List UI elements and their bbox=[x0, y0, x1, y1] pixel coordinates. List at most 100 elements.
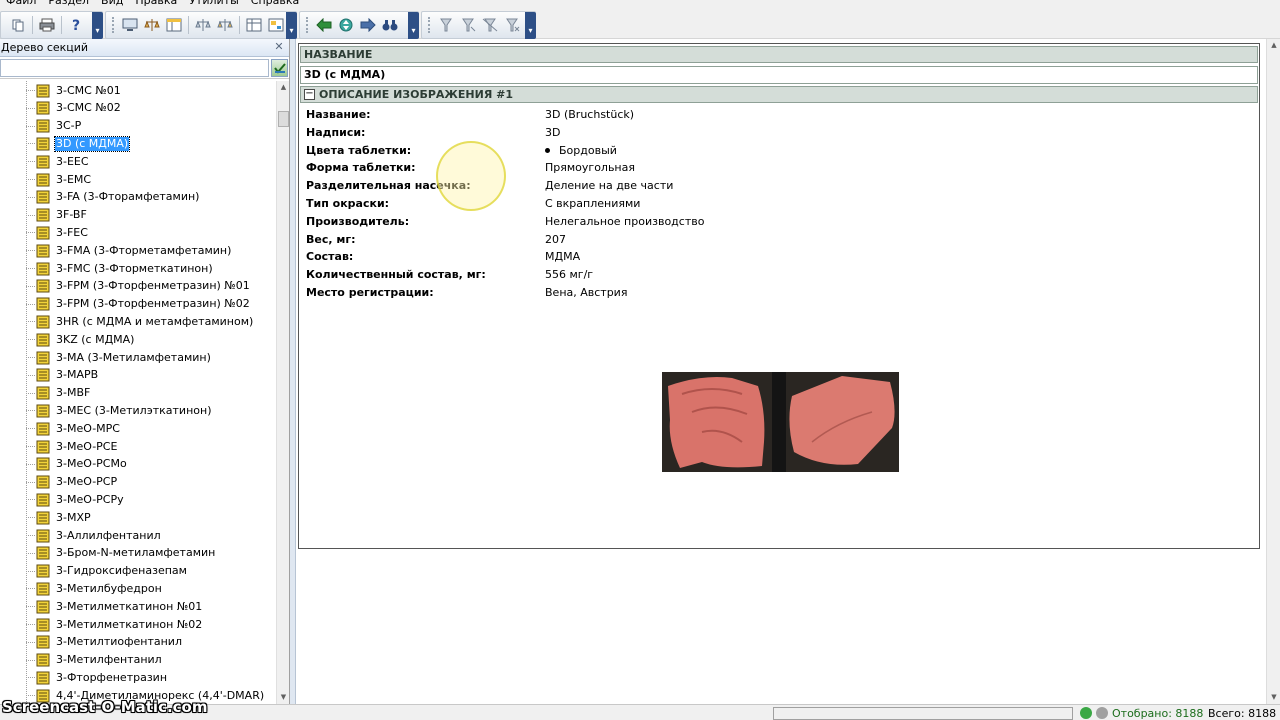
close-icon[interactable]: ✕ bbox=[273, 41, 285, 53]
property-value-text: Вена, Австрия bbox=[545, 286, 628, 299]
pill-photo bbox=[662, 372, 899, 472]
toolbar-overflow-chevron[interactable]: ▾ bbox=[525, 12, 536, 39]
document-icon bbox=[36, 511, 50, 525]
tree-item[interactable]: 3-MeO-MPC bbox=[26, 420, 121, 437]
tree-item[interactable]: 3-CMC №02 bbox=[26, 100, 122, 117]
tree-item[interactable]: 3C-P bbox=[26, 118, 82, 135]
menu-view[interactable]: Вид bbox=[95, 0, 129, 9]
tree-item[interactable]: 3-EEC bbox=[26, 153, 90, 170]
tree-item[interactable]: 3-MBF bbox=[26, 385, 91, 402]
property-row: Количественный состав, мг: 556 мг/г bbox=[306, 268, 1206, 285]
binoculars-icon[interactable] bbox=[379, 14, 401, 36]
property-label: Тип окраски: bbox=[306, 197, 390, 210]
tree-item[interactable]: 3D (с МДМА) bbox=[26, 135, 131, 152]
tree-item[interactable]: 3-Аллилфентанил bbox=[26, 527, 162, 544]
property-label: Вес, мг: bbox=[306, 232, 356, 246]
property-value-text: Нелегальное производство bbox=[545, 214, 705, 228]
toolbar-separator bbox=[32, 16, 33, 34]
tree-search-input[interactable] bbox=[0, 59, 269, 77]
back-arrow-icon[interactable] bbox=[313, 14, 335, 36]
scales-edit-icon[interactable] bbox=[214, 14, 236, 36]
document-icon bbox=[36, 368, 50, 382]
print-icon[interactable] bbox=[36, 14, 58, 36]
table-icon[interactable] bbox=[163, 14, 185, 36]
apply-filter-button[interactable] bbox=[271, 59, 288, 77]
tree-item[interactable]: 3-Метилфентанил bbox=[26, 652, 163, 669]
filter-add-icon[interactable] bbox=[457, 14, 479, 36]
tree-item[interactable]: 3-MeO-PCPy bbox=[26, 491, 125, 508]
tree-item[interactable]: 3-MEC (3-Метилэткатинон) bbox=[26, 402, 212, 419]
tree-connector bbox=[26, 588, 35, 590]
tree-item[interactable]: 3-Бром-N-метиламфетамин bbox=[26, 545, 216, 562]
tree-connector bbox=[26, 624, 35, 625]
scroll-up-arrow-icon[interactable]: ▲ bbox=[277, 81, 290, 94]
menu-help[interactable]: Справка bbox=[245, 0, 305, 9]
report-icon[interactable] bbox=[265, 14, 287, 36]
tree-item[interactable]: 3-FEC bbox=[26, 224, 89, 241]
tree-item-label: 3-FMC (3-Фторметкатинон) bbox=[56, 261, 213, 275]
tree-item-label: 3-MAPB bbox=[56, 368, 99, 382]
tree-connector bbox=[26, 410, 35, 412]
filter-clear-icon[interactable] bbox=[501, 14, 523, 36]
tree-item[interactable]: 3-MXP bbox=[26, 509, 92, 526]
tree-item[interactable]: 3-MeO-PCP bbox=[26, 474, 118, 491]
menu-section[interactable]: Раздел bbox=[42, 0, 95, 9]
tree-item[interactable]: 3-FMA (3-Фторметамфетамин) bbox=[26, 242, 232, 259]
detail-scrollbar[interactable]: ▲ ▼ bbox=[1266, 39, 1280, 704]
property-row: Надписи: 3D bbox=[306, 126, 1206, 143]
property-label: Форма таблетки: bbox=[306, 161, 416, 175]
scales-add-icon[interactable] bbox=[192, 14, 214, 36]
tree-item[interactable]: 3-FMC (3-Фторметкатинон) bbox=[26, 260, 214, 277]
tree-item[interactable]: 3-Метилметкатинон №02 bbox=[26, 616, 203, 633]
tree-connector bbox=[26, 196, 35, 198]
tree-item[interactable]: 3F-BF bbox=[26, 207, 88, 224]
collapse-icon[interactable]: − bbox=[304, 89, 315, 100]
filter-icon[interactable] bbox=[435, 14, 457, 36]
tree-item[interactable]: 3-Метилтиофентанил bbox=[26, 634, 183, 651]
tree-item[interactable]: 3KZ (с МДМА) bbox=[26, 331, 135, 348]
tree-item[interactable]: 3-MAPB bbox=[26, 367, 99, 384]
sync-icon[interactable] bbox=[335, 14, 357, 36]
checkmark-icon bbox=[273, 63, 286, 74]
tree-item[interactable]: 3-MA (3-Метиламфетамин) bbox=[26, 349, 212, 366]
filter-remove-icon[interactable] bbox=[479, 14, 501, 36]
idle-status-icon bbox=[1096, 707, 1108, 719]
tree-item[interactable]: 3-FPM (3-Фторфенметразин) №01 bbox=[26, 278, 251, 295]
toolbar-overflow-chevron[interactable]: ▾ bbox=[92, 12, 103, 39]
monitor-icon[interactable] bbox=[119, 14, 141, 36]
tree-item[interactable]: 3-Гидроксифеназепам bbox=[26, 563, 188, 580]
scroll-up-arrow-icon[interactable]: ▲ bbox=[1267, 39, 1280, 52]
tree-item[interactable]: 3HR (с МДМА и метамфетамином) bbox=[26, 313, 254, 330]
toolbar-overflow-chevron[interactable]: ▾ bbox=[286, 12, 297, 39]
menu-file[interactable]: Файл bbox=[0, 0, 42, 9]
document-icon bbox=[36, 546, 50, 560]
scroll-down-arrow-icon[interactable]: ▼ bbox=[277, 691, 290, 704]
tree-scrollbar[interactable]: ▲ ▼ bbox=[276, 81, 289, 704]
detail-frame: НАЗВАНИЕ 3D (с МДМА) − ОПИСАНИЕ ИЗОБРАЖЕН… bbox=[298, 43, 1260, 549]
tree-item[interactable]: 3-MeO-PCMo bbox=[26, 456, 128, 473]
scales-icon[interactable] bbox=[141, 14, 163, 36]
tree-item[interactable]: 3-EMC bbox=[26, 171, 92, 188]
grid-view-icon[interactable] bbox=[243, 14, 265, 36]
copy-icon[interactable] bbox=[7, 14, 29, 36]
tree-item[interactable]: 3-Метилбуфедрон bbox=[26, 580, 163, 597]
toolbar-overflow-chevron[interactable]: ▾ bbox=[408, 12, 419, 39]
property-label: Производитель: bbox=[306, 214, 410, 228]
property-value: 3D (Bruchstück) bbox=[545, 108, 634, 121]
tree-item[interactable]: 3-FA (3-Фторамфетамин) bbox=[26, 189, 200, 206]
tree-item[interactable]: 3-Фторфенетразин bbox=[26, 669, 168, 686]
tree-connector bbox=[26, 107, 35, 109]
scroll-down-arrow-icon[interactable]: ▼ bbox=[1267, 691, 1280, 704]
tree-item[interactable]: 3-FPM (3-Фторфенметразин) №02 bbox=[26, 296, 251, 313]
tree-item[interactable]: 3-CMC №01 bbox=[26, 82, 122, 99]
tree-item[interactable]: 3-MeO-PCE bbox=[26, 438, 118, 455]
tree-item[interactable]: 3-Метилметкатинон №01 bbox=[26, 598, 203, 615]
forward-arrow-icon[interactable] bbox=[357, 14, 379, 36]
toolbar-grip[interactable] bbox=[306, 17, 309, 33]
menu-utilities[interactable]: Утилиты bbox=[183, 0, 245, 9]
menu-edit[interactable]: Правка bbox=[129, 0, 183, 9]
scrollbar-thumb[interactable] bbox=[278, 111, 289, 127]
help-icon[interactable]: ? bbox=[65, 14, 87, 36]
toolbar-grip[interactable] bbox=[112, 17, 115, 33]
toolbar-grip[interactable] bbox=[428, 17, 431, 33]
